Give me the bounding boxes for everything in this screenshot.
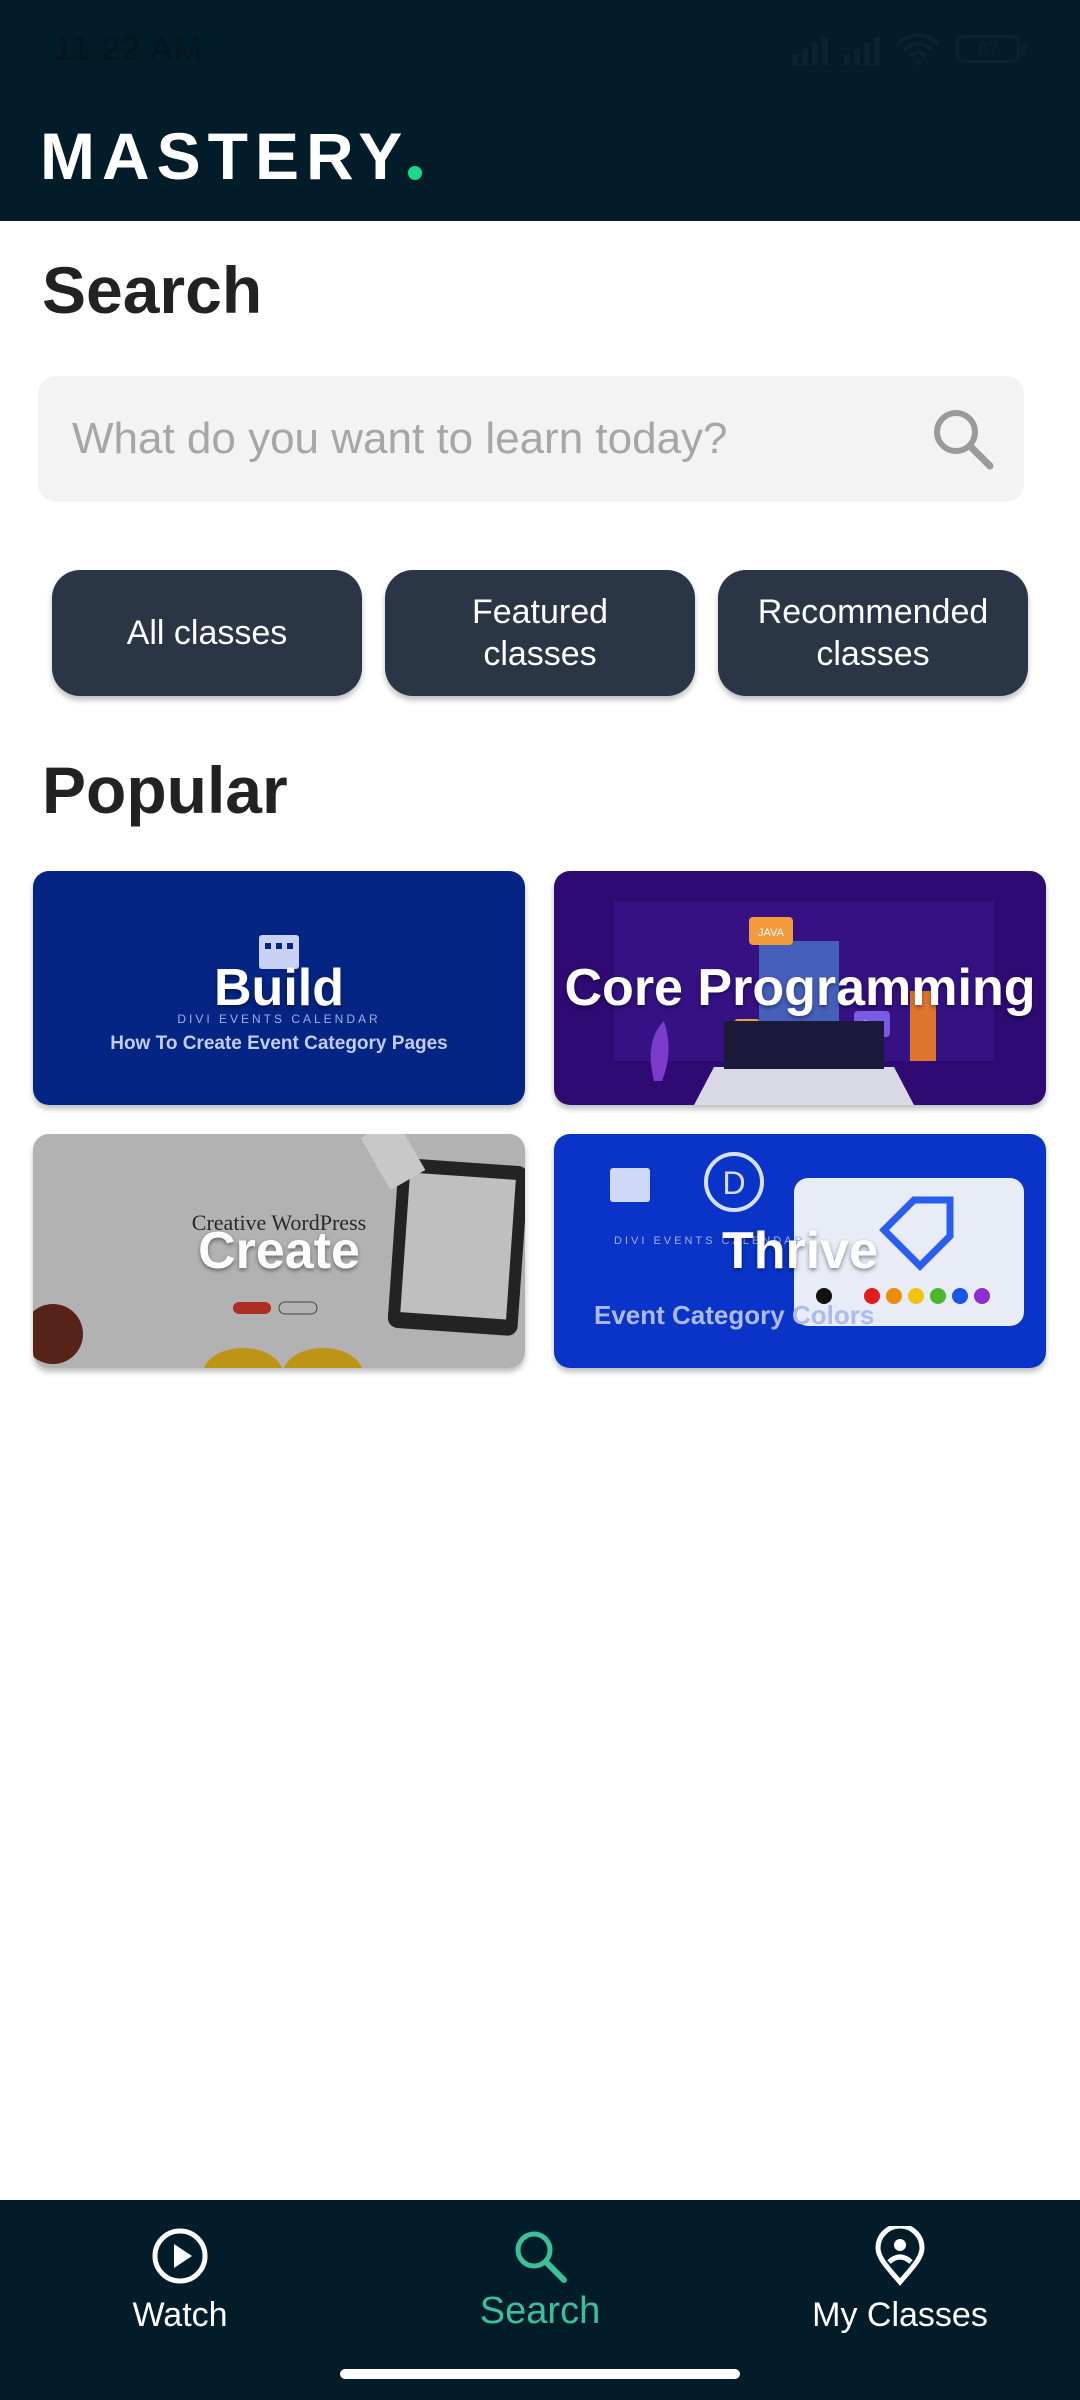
- filter-label: All classes: [126, 614, 288, 652]
- battery-icon: 87: [956, 35, 1026, 63]
- filter-label: Recommended classes: [757, 593, 989, 673]
- class-card-thrive[interactable]: D DIVI EVENTS CALENDAR Event Category Co…: [554, 1134, 1046, 1368]
- search-bar[interactable]: [38, 376, 1024, 502]
- wifi-icon: [896, 33, 940, 65]
- signal-icon: [792, 33, 828, 65]
- status-bar: 11:22 AM 87: [0, 0, 1080, 104]
- status-icons: 87: [792, 32, 1026, 66]
- class-card-core-programming[interactable]: JAVA C++ JS Core Programming: [554, 871, 1046, 1105]
- filter-recommended-classes[interactable]: Recommended classes: [718, 570, 1028, 696]
- filter-label: Featured classes: [471, 593, 609, 673]
- nav-watch[interactable]: Watch: [30, 2226, 330, 2346]
- filter-featured-classes[interactable]: Featured classes: [385, 570, 695, 696]
- nav-my-classes[interactable]: My Classes: [750, 2226, 1050, 2346]
- app-header: 11:22 AM 87 MASTERY: [0, 0, 1080, 221]
- card-title: Core Programming: [564, 959, 1036, 1017]
- search-input[interactable]: [38, 376, 938, 502]
- filter-all-classes[interactable]: All classes: [52, 570, 362, 696]
- nav-label: Watch: [132, 2296, 228, 2334]
- card-title: Thrive: [721, 1222, 879, 1280]
- search-icon: [515, 2231, 567, 2283]
- class-card-create[interactable]: Creative WordPress Create: [33, 1134, 525, 1368]
- card-title: Create: [198, 1222, 360, 1280]
- status-time: 11:22 AM: [54, 30, 204, 68]
- search-icon[interactable]: [930, 406, 996, 472]
- page-title: Search: [42, 253, 263, 327]
- card-title: Build: [214, 959, 344, 1017]
- play-circle-icon: [152, 2228, 208, 2284]
- nav-search[interactable]: Search: [390, 2226, 690, 2346]
- signal-icon: [844, 33, 880, 65]
- home-indicator[interactable]: [340, 2369, 740, 2379]
- logo-dot: [408, 166, 422, 180]
- class-card-build[interactable]: DIVI EVENTS CALENDAR How To Create Event…: [33, 871, 525, 1105]
- nav-label: Search: [479, 2290, 601, 2332]
- nav-label: My Classes: [812, 2296, 988, 2334]
- location-person-icon: [875, 2226, 925, 2286]
- section-title-popular: Popular: [42, 753, 288, 827]
- app-logo: MASTERY: [40, 119, 410, 193]
